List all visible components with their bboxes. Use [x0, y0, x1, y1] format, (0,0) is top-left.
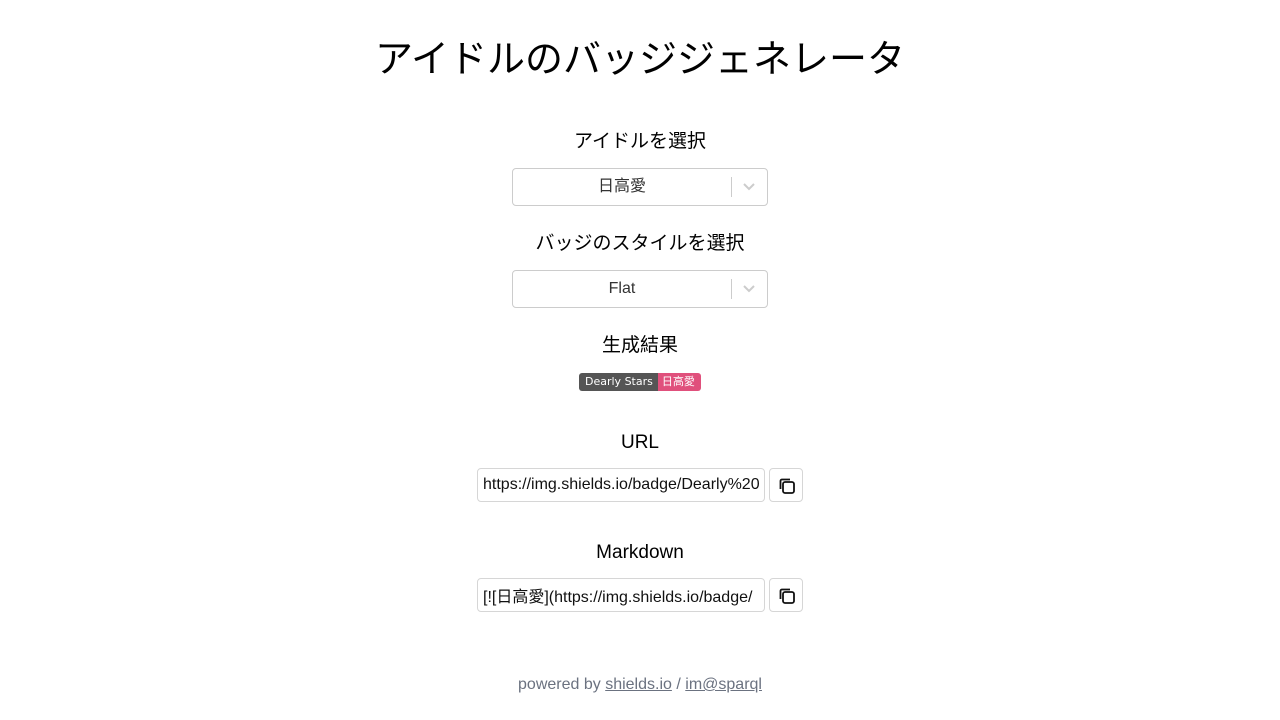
idol-select[interactable]: 日高愛: [512, 168, 768, 206]
url-field-row: [477, 468, 803, 502]
page-title: アイドルのバッジジェネレータ: [374, 39, 906, 81]
style-select-value: Flat: [608, 280, 636, 297]
markdown-input[interactable]: [477, 578, 765, 612]
footer: powered by shields.io / im@sparql: [0, 674, 1280, 696]
select-separator: [731, 279, 732, 299]
markdown-field-row: [477, 578, 803, 612]
url-label: URL: [620, 432, 659, 453]
copy-markdown-button[interactable]: [769, 578, 803, 612]
badge-message: 日高愛: [657, 373, 701, 391]
imsparql-link[interactable]: im@sparql: [685, 676, 762, 693]
chevron-down-icon[interactable]: [739, 179, 759, 195]
idol-select-label: アイドルを選択: [573, 131, 707, 152]
badge-label: Dearly Stars: [579, 373, 658, 391]
shields-io-link[interactable]: shields.io: [605, 676, 672, 693]
footer-separator: /: [676, 676, 681, 693]
footer-prefix: powered by: [518, 676, 601, 693]
url-input[interactable]: [477, 468, 765, 502]
idol-select-value: 日高愛: [597, 178, 646, 195]
result-label: 生成結果: [601, 335, 678, 356]
copy-url-button[interactable]: [769, 468, 803, 502]
markdown-label: Markdown: [596, 542, 684, 563]
style-select-label: バッジのスタイルを選択: [535, 233, 745, 254]
copy-icon: [779, 478, 795, 494]
page-root: アイドルのバッジジェネレータ アイドルを選択 日高愛 バッジのスタイルを選択 F…: [0, 0, 1280, 720]
style-select[interactable]: Flat: [512, 270, 768, 308]
select-separator: [731, 177, 732, 197]
copy-icon: [779, 588, 795, 604]
generated-badge: Dearly Stars 日高愛: [579, 373, 701, 391]
chevron-down-icon[interactable]: [739, 281, 759, 297]
